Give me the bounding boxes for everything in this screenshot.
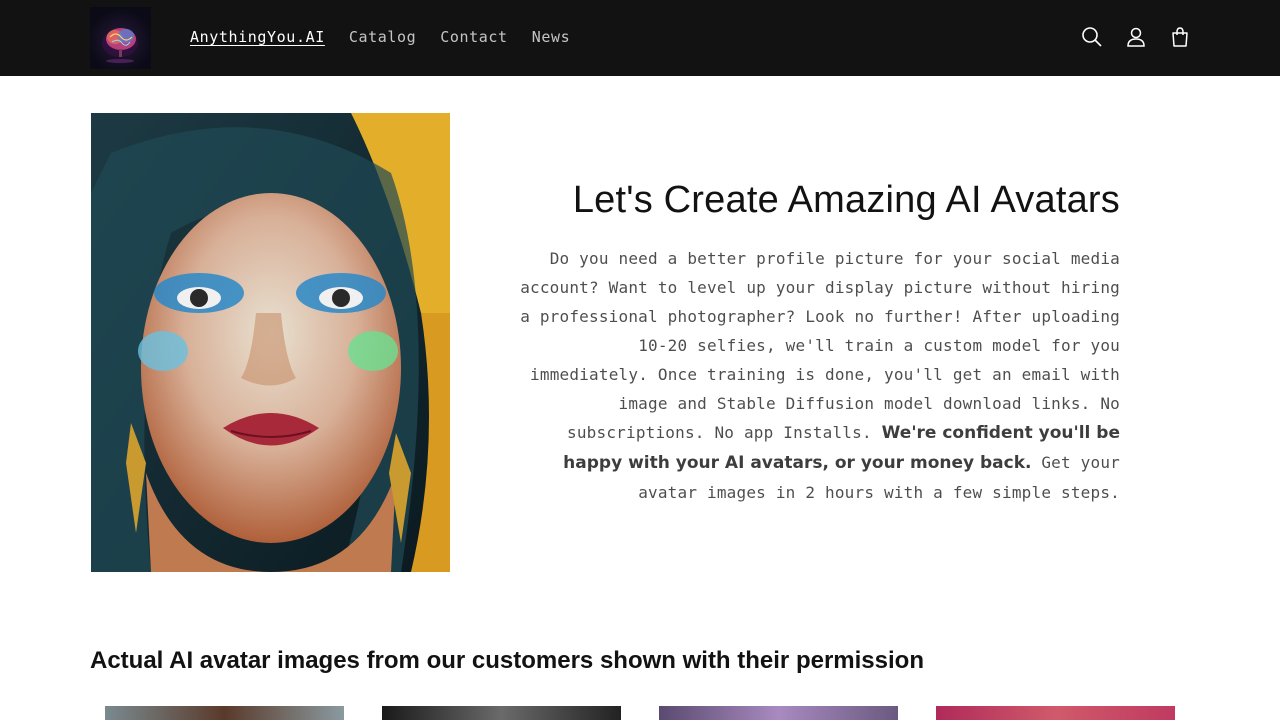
gallery-title: Actual AI avatar images from our custome…: [90, 647, 924, 674]
account-icon[interactable]: [1124, 25, 1148, 49]
nav-link-contact[interactable]: Contact: [440, 26, 507, 48]
hero-description: Do you need a better profile picture for…: [520, 244, 1120, 507]
gallery-thumbnail-2[interactable]: [382, 706, 621, 720]
cart-icon[interactable]: [1168, 25, 1192, 49]
site-header: AnythingYou.AI Catalog Contact News: [0, 0, 1280, 76]
gallery-thumbnail-3[interactable]: [659, 706, 898, 720]
gallery-thumbnail-1[interactable]: [105, 706, 344, 720]
hero-title: Let's Create Amazing AI Avatars: [572, 179, 1120, 221]
brain-logo-icon[interactable]: [90, 7, 151, 69]
search-icon[interactable]: [1080, 25, 1104, 49]
main-nav: AnythingYou.AI Catalog Contact News: [190, 26, 594, 48]
gallery-thumbnail-4[interactable]: [936, 706, 1175, 720]
hero-avatar-image: [91, 113, 450, 572]
nav-link-catalog[interactable]: Catalog: [349, 26, 416, 48]
nav-link-news[interactable]: News: [532, 26, 571, 48]
nav-link-home[interactable]: AnythingYou.AI: [190, 26, 325, 48]
hero-text-part1: Do you need a better profile picture for…: [520, 249, 1120, 442]
